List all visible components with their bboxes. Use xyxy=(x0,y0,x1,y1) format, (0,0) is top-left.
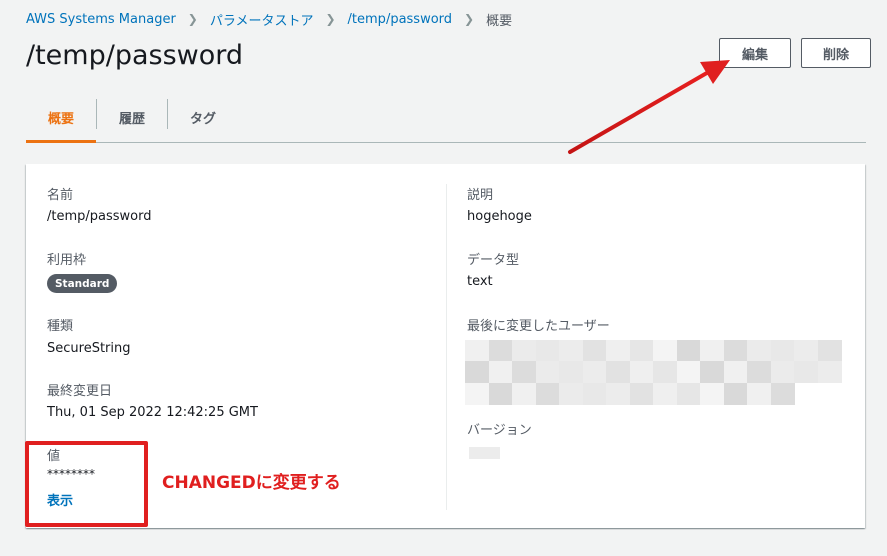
redaction-pixel xyxy=(512,361,536,384)
redaction-pixel xyxy=(676,361,701,384)
annotation-text: CHANGEDに変更する xyxy=(162,473,341,493)
redaction-pixel xyxy=(770,382,795,405)
redaction-pixel xyxy=(465,382,489,405)
redaction-pixel xyxy=(559,382,583,405)
tab-tags[interactable]: タグ xyxy=(168,93,238,142)
data-type-value: text xyxy=(467,274,493,289)
tier-label: 利用枠 xyxy=(47,253,87,268)
redacted-version xyxy=(469,447,500,459)
column-divider xyxy=(446,184,447,510)
page-title: /temp/password xyxy=(26,40,244,71)
chevron-right-icon: ❯ xyxy=(187,12,198,26)
redaction-pixel xyxy=(606,382,630,405)
redaction-pixel xyxy=(582,340,607,362)
redaction-pixel xyxy=(700,340,724,362)
redaction-pixel xyxy=(770,361,795,384)
chevron-right-icon: ❯ xyxy=(325,12,336,26)
redaction-pixel xyxy=(629,361,654,384)
parameter-details-panel: 名前 /temp/password 利用枠 Standard 種類 Secure… xyxy=(26,164,865,528)
tier-badge: Standard xyxy=(47,274,118,293)
redaction-pixel xyxy=(653,361,677,384)
redaction-pixel xyxy=(465,361,489,384)
breadcrumb-link-parameter[interactable]: /temp/password xyxy=(348,12,453,27)
redaction-pixel xyxy=(629,340,654,362)
redaction-pixel xyxy=(629,382,654,405)
name-label: 名前 xyxy=(47,188,74,203)
type-value: SecureString xyxy=(47,341,131,356)
redaction-pixel xyxy=(723,382,748,405)
breadcrumb: AWS Systems Manager ❯ パラメータストア ❯ /temp/p… xyxy=(26,9,512,29)
redaction-pixel xyxy=(512,340,536,362)
redaction-pixel xyxy=(582,361,607,384)
redaction-pixel xyxy=(582,382,607,405)
redaction-pixel xyxy=(559,361,583,384)
redaction-pixel xyxy=(747,361,771,384)
chevron-right-icon: ❯ xyxy=(464,12,475,26)
last-modified-value: Thu, 01 Sep 2022 12:42:25 GMT xyxy=(47,405,258,420)
delete-button[interactable]: 削除 xyxy=(801,38,871,68)
redaction-pixel xyxy=(817,361,842,384)
data-type-label: データ型 xyxy=(467,253,520,268)
tab-history[interactable]: 履歴 xyxy=(97,93,167,142)
redaction-pixel xyxy=(535,361,560,384)
redaction-pixel xyxy=(700,382,724,405)
tab-bar: 概要 履歴 タグ xyxy=(26,93,866,143)
breadcrumb-current: 概要 xyxy=(486,13,513,29)
version-label: バージョン xyxy=(467,423,532,438)
breadcrumb-link-systems-manager[interactable]: AWS Systems Manager xyxy=(26,12,176,27)
tab-overview[interactable]: 概要 xyxy=(26,93,96,143)
redaction-pixel xyxy=(535,340,560,362)
redaction-pixel xyxy=(676,382,701,405)
redaction-pixel xyxy=(465,340,489,362)
redaction-pixel xyxy=(723,340,748,362)
type-label: 種類 xyxy=(47,319,74,334)
redaction-pixel xyxy=(747,340,771,362)
redaction-pixel xyxy=(723,361,748,384)
redaction-pixel xyxy=(488,382,513,405)
redaction-pixel xyxy=(747,382,771,405)
redaction-pixel xyxy=(817,340,842,362)
last-modified-label: 最終変更日 xyxy=(47,384,113,399)
name-value: /temp/password xyxy=(47,209,152,224)
redacted-user-arn xyxy=(465,340,842,405)
redaction-pixel xyxy=(676,340,701,362)
redaction-pixel xyxy=(653,340,677,362)
edit-button[interactable]: 編集 xyxy=(719,38,791,68)
redaction-pixel xyxy=(559,340,583,362)
description-label: 説明 xyxy=(467,188,494,203)
redaction-pixel xyxy=(794,340,818,362)
breadcrumb-link-parameter-store[interactable]: パラメータストア xyxy=(210,10,314,29)
redaction-pixel xyxy=(606,340,630,362)
annotation-highlight-box xyxy=(25,441,148,527)
redaction-pixel xyxy=(770,340,795,362)
last-modified-user-label: 最後に変更したユーザー xyxy=(467,319,610,334)
redaction-pixel xyxy=(700,361,724,384)
redaction-pixel xyxy=(606,361,630,384)
redaction-pixel xyxy=(653,382,677,405)
description-value: hogehoge xyxy=(467,209,532,224)
redaction-pixel xyxy=(488,361,513,384)
redaction-pixel xyxy=(488,340,513,362)
redaction-pixel xyxy=(535,382,560,405)
redaction-pixel xyxy=(512,382,536,405)
redaction-pixel xyxy=(794,361,818,384)
